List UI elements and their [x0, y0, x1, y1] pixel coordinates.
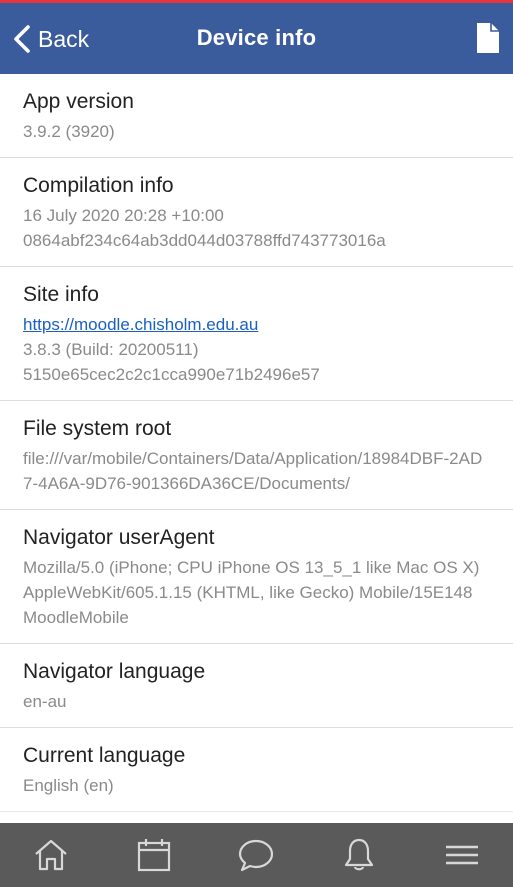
notifications-icon: [344, 838, 374, 871]
item-value: 0864abf234c64ab3dd044d03788ffd743773016a: [23, 231, 386, 250]
item-heading: Navigator language: [23, 660, 206, 683]
item-value: file:///var/mobile/Containers/Data/Appli…: [23, 449, 483, 493]
item-heading: App version: [23, 90, 134, 113]
item-value: 16 July 2020 20:28 +10:00: [23, 206, 224, 225]
document-icon[interactable]: [475, 21, 501, 55]
tab-notifications[interactable]: [329, 830, 389, 880]
messages-icon: [239, 839, 274, 872]
menu-icon: [445, 845, 478, 865]
scroll-fade: [0, 805, 513, 823]
item-value: en-au: [23, 692, 67, 711]
list-item-site-info: Site info https://moodle.chisholm.edu.au…: [0, 267, 513, 401]
tab-messages[interactable]: [226, 830, 286, 880]
item-value: 3.8.3 (Build: 20200511): [23, 340, 199, 359]
item-heading: Current language: [23, 744, 186, 767]
site-url-link[interactable]: https://moodle.chisholm.edu.au: [23, 315, 258, 334]
item-value: English (en): [23, 776, 114, 795]
home-icon: [35, 839, 68, 871]
item-heading: File system root: [23, 417, 172, 440]
item-heading: Site info: [23, 283, 99, 306]
list-item-navigator-useragent: Navigator userAgent Mozilla/5.0 (iPhone;…: [0, 510, 513, 644]
item-value: 3.9.2 (3920): [23, 122, 115, 141]
item-heading: Navigator userAgent: [23, 526, 215, 549]
list-item-app-version: App version 3.9.2 (3920): [0, 74, 513, 158]
list-item-compilation-info: Compilation info 16 July 2020 20:28 +10:…: [0, 158, 513, 267]
tab-home[interactable]: [21, 830, 81, 880]
item-heading: Compilation info: [23, 174, 174, 197]
page-title: Device info: [196, 25, 317, 50]
tab-calendar[interactable]: [124, 830, 184, 880]
list-item-current-language: Current language English (en): [0, 728, 513, 812]
navigation-bar: Back Device info: [0, 3, 513, 74]
item-value: 5150e65cec2c2c1cca990e71b2496e57: [23, 365, 320, 384]
tab-menu[interactable]: [432, 830, 492, 880]
list-item-file-system-root: File system root file:///var/mobile/Cont…: [0, 401, 513, 510]
item-value: Mozilla/5.0 (iPhone; CPU iPhone OS 13_5_…: [23, 558, 480, 627]
bottom-tab-bar: [0, 823, 513, 887]
device-info-list[interactable]: App version 3.9.2 (3920) Compilation inf…: [0, 74, 513, 823]
calendar-icon: [137, 839, 170, 872]
list-item-navigator-language: Navigator language en-au: [0, 644, 513, 728]
